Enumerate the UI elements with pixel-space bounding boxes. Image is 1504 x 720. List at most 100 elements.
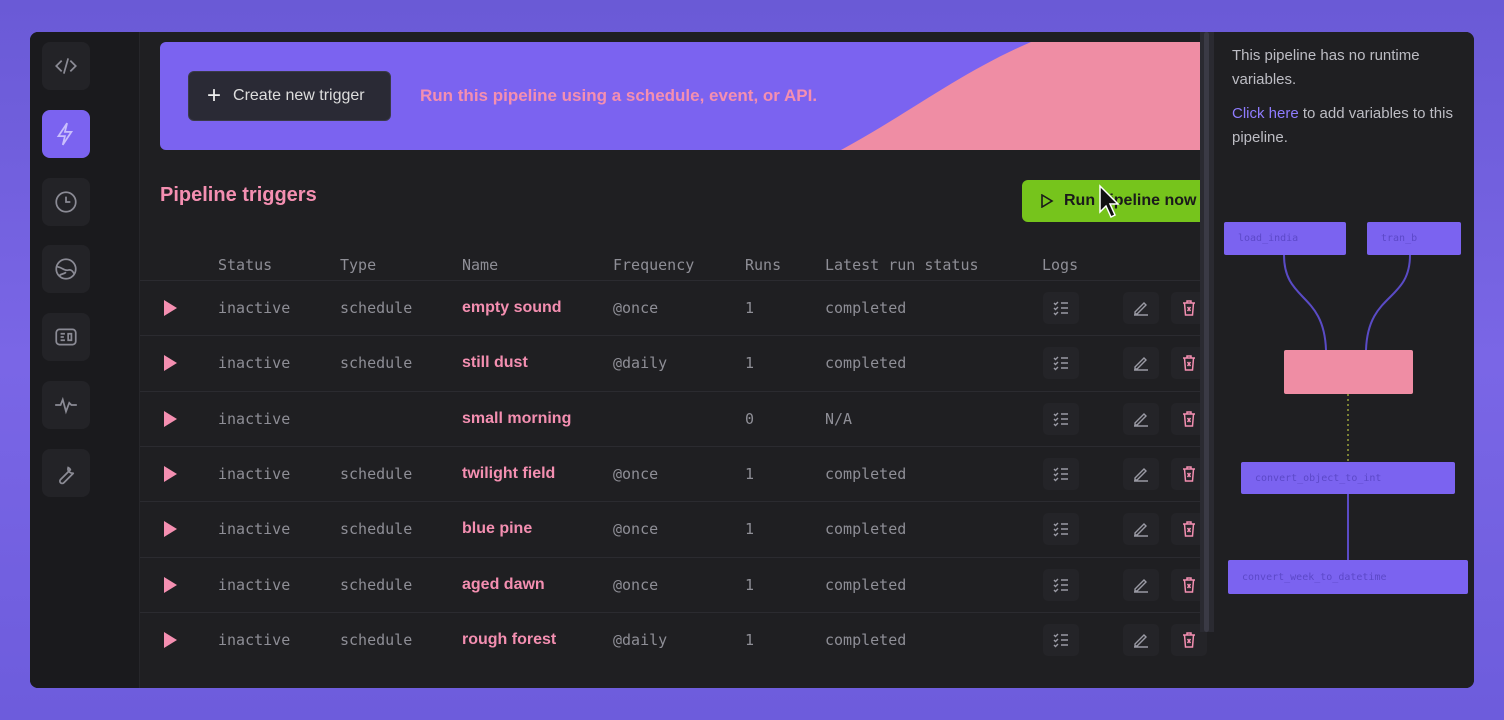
logs-button[interactable]	[1043, 402, 1079, 435]
table-row: inactive schedule aged dawn @once 1 comp…	[140, 556, 1207, 612]
sidebar-item-triggers[interactable]	[42, 110, 90, 158]
table-row: inactive schedule twilight field @once 1…	[140, 445, 1207, 501]
graph-node[interactable]: convert_object_to_int	[1241, 462, 1455, 494]
type-cell: schedule	[340, 354, 413, 373]
banner-text: Run this pipeline using a schedule, even…	[420, 86, 818, 105]
section-title: Pipeline triggers	[160, 184, 317, 206]
pencil-icon	[1134, 357, 1148, 371]
status-cell: inactive	[218, 520, 291, 539]
wrench-icon	[59, 466, 75, 485]
status-cell: inactive	[218, 575, 291, 594]
tablet-icon	[55, 328, 77, 346]
create-trigger-label: Create new trigger	[233, 87, 365, 104]
play-icon[interactable]	[162, 631, 178, 649]
graph-node[interactable]: tran_b	[1367, 222, 1461, 255]
runs-cell: 1	[745, 299, 755, 317]
status-cell: inactive	[218, 630, 291, 649]
col-latest-status: Latest run status	[825, 256, 979, 274]
play-icon[interactable]	[162, 354, 178, 372]
main-content: + Create new trigger Run this pipeline u…	[140, 32, 1211, 688]
sidebar-item-runs[interactable]	[42, 178, 90, 226]
create-trigger-button[interactable]: + Create new trigger	[188, 71, 391, 121]
latest-status-cell: completed	[825, 630, 907, 649]
plus-icon: +	[207, 82, 222, 109]
play-icon[interactable]	[162, 465, 178, 483]
sidebar-item-monitors[interactable]	[42, 313, 90, 361]
sidebar-item-backfills[interactable]	[42, 245, 90, 293]
logs-button[interactable]	[1043, 457, 1079, 490]
edit-button[interactable]	[1123, 402, 1159, 435]
edit-button[interactable]	[1123, 623, 1159, 656]
col-frequency: Frequency	[613, 256, 695, 274]
name-link[interactable]: still dust	[462, 354, 528, 372]
col-logs: Logs	[1042, 256, 1079, 274]
edit-button[interactable]	[1123, 568, 1159, 601]
logs-button[interactable]	[1043, 568, 1079, 601]
graph-node[interactable]: convert_week_to_datetime	[1228, 560, 1468, 594]
edit-button[interactable]	[1123, 457, 1159, 490]
sidebar-item-settings[interactable]	[42, 449, 90, 497]
logs-button[interactable]	[1043, 623, 1079, 656]
play-icon[interactable]	[162, 576, 178, 594]
logs-icon	[1053, 522, 1068, 537]
status-cell: inactive	[218, 409, 291, 428]
table-row: inactive schedule still dust @daily 1 co…	[140, 335, 1207, 390]
frequency-cell: @once	[613, 575, 659, 594]
type-cell: schedule	[340, 575, 413, 594]
logs-button[interactable]	[1043, 347, 1079, 380]
lightning-icon	[56, 122, 74, 146]
latest-status-cell: completed	[825, 575, 907, 594]
play-icon[interactable]	[162, 299, 178, 317]
edit-button[interactable]	[1123, 513, 1159, 546]
play-icon[interactable]	[162, 520, 178, 538]
variables-panel: This pipeline has no runtime variables. …	[1214, 32, 1474, 688]
play-icon[interactable]	[162, 410, 178, 428]
pencil-icon	[1134, 633, 1148, 648]
globe-icon	[55, 258, 77, 280]
trigger-banner: + Create new trigger Run this pipeline u…	[160, 42, 1211, 150]
col-name: Name	[462, 256, 499, 274]
name-link[interactable]: aged dawn	[462, 576, 545, 594]
banner-decoration	[841, 42, 1211, 150]
col-runs: Runs	[745, 256, 782, 274]
name-link[interactable]: empty sound	[462, 299, 562, 317]
name-link[interactable]: twilight field	[462, 465, 555, 483]
trash-icon	[1183, 521, 1195, 537]
graph-node[interactable]: load_india	[1224, 222, 1346, 255]
code-icon	[55, 58, 77, 74]
pencil-icon	[1134, 578, 1148, 593]
name-link[interactable]: rough forest	[462, 631, 556, 649]
name-link[interactable]: blue pine	[462, 520, 532, 538]
type-cell: schedule	[340, 520, 413, 539]
name-link[interactable]: small morning	[462, 410, 571, 428]
runs-cell: 1	[745, 630, 755, 649]
frequency-cell: @daily	[613, 354, 668, 373]
run-pipeline-now-label: Run pipeline now	[1064, 192, 1197, 209]
frequency-cell: @once	[613, 464, 659, 483]
runs-cell: 1	[745, 354, 755, 373]
pencil-icon	[1134, 523, 1148, 537]
logs-button[interactable]	[1043, 292, 1079, 324]
logs-button[interactable]	[1043, 513, 1079, 546]
edit-button[interactable]	[1123, 292, 1159, 324]
trash-icon	[1183, 576, 1195, 593]
logs-icon	[1053, 356, 1068, 371]
latest-status-cell: completed	[825, 520, 907, 539]
logs-icon	[1053, 467, 1068, 482]
runs-cell: 1	[745, 520, 755, 539]
graph-node[interactable]	[1284, 350, 1413, 394]
edit-button[interactable]	[1123, 347, 1159, 380]
frequency-cell: @once	[613, 520, 659, 539]
runs-cell: 0	[745, 409, 755, 428]
panel-resize-handle[interactable]	[1200, 32, 1214, 632]
sidebar-item-metrics[interactable]	[42, 381, 90, 429]
frequency-cell: @daily	[613, 630, 668, 649]
logs-icon	[1053, 633, 1068, 648]
latest-status-cell: completed	[825, 464, 907, 483]
sidebar-item-code[interactable]	[42, 42, 90, 90]
table-row: inactive schedule blue pine @once 1 comp…	[140, 501, 1207, 556]
play-outline-icon	[1041, 194, 1054, 208]
type-cell: schedule	[340, 299, 413, 317]
pencil-icon	[1134, 302, 1148, 316]
col-type: Type	[340, 256, 377, 274]
